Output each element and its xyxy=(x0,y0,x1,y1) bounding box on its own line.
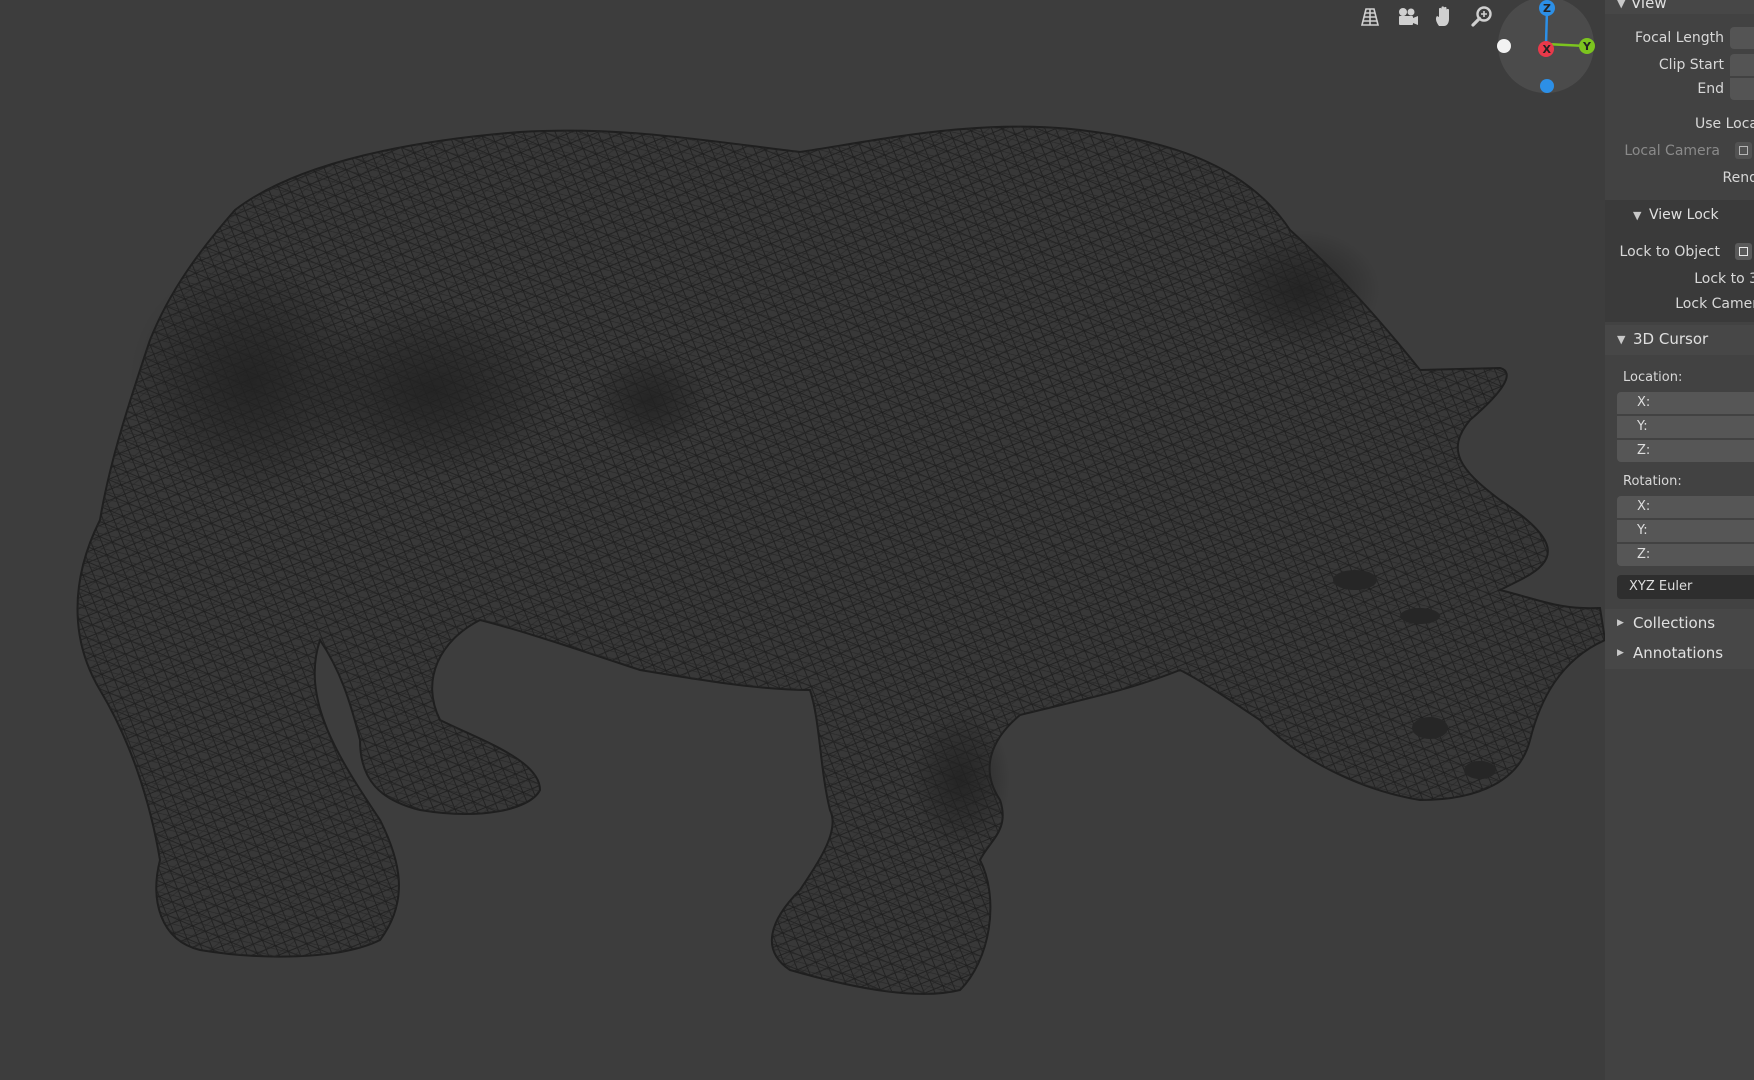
cursor-rotation-x-field[interactable]: X: xyxy=(1617,496,1754,518)
rotation-mode-value: XYZ Euler xyxy=(1629,579,1693,594)
axis-x-label: X: xyxy=(1637,395,1651,410)
lock-to-cursor-label: Lock to 3 xyxy=(1694,271,1754,287)
lock-camera-label: Lock Camer xyxy=(1675,296,1754,312)
panel-title-3d-cursor: 3D Cursor xyxy=(1633,330,1709,348)
clip-start-field[interactable] xyxy=(1730,54,1754,76)
subpanel-title-view-lock: View Lock xyxy=(1649,207,1719,223)
lock-to-cursor-row[interactable]: Lock to 3 xyxy=(1605,268,1754,290)
gizmo-neg-y-dot[interactable] xyxy=(1497,39,1511,53)
clip-end-field[interactable] xyxy=(1730,78,1754,100)
gizmo-neg-z-dot[interactable] xyxy=(1540,79,1554,93)
view-lock-subpanel: ▼ View Lock Lock to Object Lock to 3 Loc… xyxy=(1605,200,1754,322)
axis-y-label: Y: xyxy=(1637,523,1648,538)
panel-header-3d-cursor[interactable]: ▼ 3D Cursor xyxy=(1605,325,1754,355)
location-label: Location: xyxy=(1623,370,1683,385)
panel-header-view[interactable]: ▼ View xyxy=(1605,0,1754,14)
axis-x-label: X: xyxy=(1637,499,1651,514)
hand-pan-icon[interactable] xyxy=(1427,0,1461,34)
focal-length-label: Focal Length xyxy=(1634,30,1724,46)
lock-camera-row[interactable]: Lock Camer xyxy=(1605,293,1754,315)
expand-triangle-icon: ▶ xyxy=(1617,618,1624,628)
expand-triangle-icon: ▶ xyxy=(1617,648,1624,658)
collapse-triangle-icon: ▼ xyxy=(1633,209,1642,222)
focal-length-field[interactable] xyxy=(1730,27,1754,49)
gizmo-z-label: Z xyxy=(1543,2,1551,15)
panel-title-view: View xyxy=(1631,0,1667,12)
use-local-camera-row[interactable]: Use Loca xyxy=(1605,113,1754,135)
clip-start-label: Clip Start xyxy=(1658,57,1724,73)
rotation-label: Rotation: xyxy=(1623,474,1682,489)
gizmo-x-label: X xyxy=(1543,43,1552,56)
local-camera-picker[interactable] xyxy=(1735,142,1752,159)
lock-to-object-row: Lock to Object xyxy=(1605,241,1754,263)
panel-header-annotations[interactable]: ▶ Annotations xyxy=(1605,639,1754,669)
panel-title-annotations: Annotations xyxy=(1633,644,1724,662)
local-camera-label: Local Camera xyxy=(1624,143,1720,159)
collapse-triangle-icon: ▼ xyxy=(1617,333,1626,346)
cursor-location-x-field[interactable]: X: xyxy=(1617,392,1754,414)
cursor-rotation-z-field[interactable]: Z: xyxy=(1617,544,1754,566)
render-region-row[interactable]: Rend xyxy=(1605,167,1754,189)
collapse-triangle-icon: ▼ xyxy=(1617,0,1626,10)
sidebar-n-panel: ▼ View Focal Length Clip Start End Use L… xyxy=(1605,0,1754,1080)
axis-y-label: Y: xyxy=(1637,419,1648,434)
axis-z-label: Z: xyxy=(1637,443,1651,458)
lock-to-object-label: Lock to Object xyxy=(1619,244,1720,260)
gizmo-y-label: Y xyxy=(1582,40,1592,53)
panel-title-collections: Collections xyxy=(1633,614,1716,632)
axis-z-label: Z: xyxy=(1637,547,1651,562)
grid-view-icon[interactable] xyxy=(1353,0,1387,34)
navigation-gizmo[interactable]: X Z Y xyxy=(1490,0,1602,98)
local-camera-row: Local Camera xyxy=(1605,140,1754,162)
clip-start-row: Clip Start xyxy=(1605,54,1754,76)
camera-view-icon[interactable] xyxy=(1390,0,1424,34)
rhino-body xyxy=(76,125,1605,995)
focal-length-row: Focal Length xyxy=(1605,27,1754,49)
cursor-rotation-y-field[interactable]: Y: xyxy=(1617,520,1754,542)
3d-viewport[interactable]: X Z Y xyxy=(0,0,1605,1080)
lock-to-object-picker[interactable] xyxy=(1735,243,1752,260)
use-local-camera-label: Use Loca xyxy=(1695,116,1754,132)
clip-end-row: End xyxy=(1605,78,1754,100)
cursor-location-z-field[interactable]: Z: xyxy=(1617,440,1754,462)
clip-end-label: End xyxy=(1697,81,1724,97)
rotation-mode-dropdown[interactable]: XYZ Euler xyxy=(1617,575,1754,599)
subpanel-header-view-lock[interactable]: ▼ View Lock xyxy=(1605,200,1754,230)
cursor-location-y-field[interactable]: Y: xyxy=(1617,416,1754,438)
rhino-wireframe-model xyxy=(76,125,1605,995)
panel-header-collections[interactable]: ▶ Collections xyxy=(1605,609,1754,639)
render-region-label: Rend xyxy=(1722,170,1754,186)
